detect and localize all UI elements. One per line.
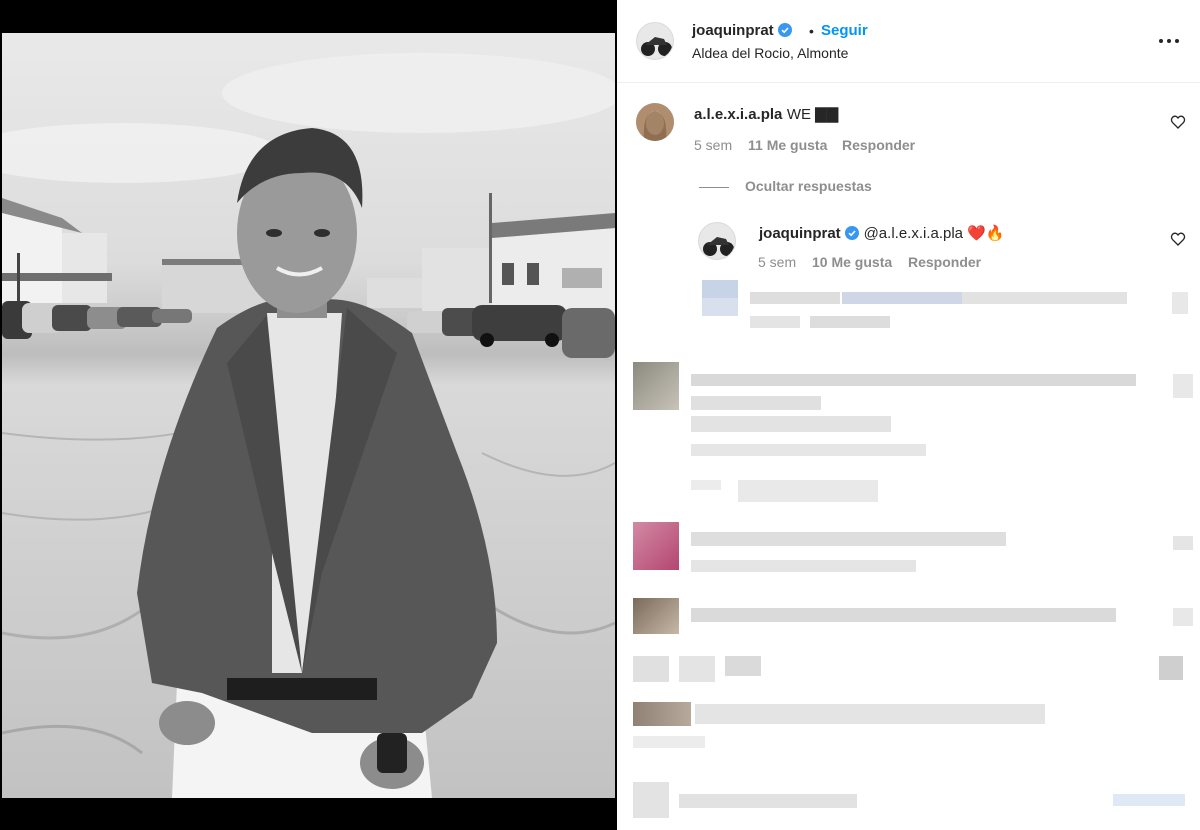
reply-author-avatar[interactable] (698, 222, 736, 260)
blurred-comment (633, 598, 1200, 638)
verified-icon (778, 23, 793, 37)
blurred-comment (633, 782, 1200, 822)
comment-line: a.l.e.x.i.a.pla WE ▇▇ (694, 105, 838, 124)
more-options-icon[interactable] (1158, 30, 1180, 50)
comment-text: WE ▇▇ (786, 106, 839, 123)
heart-icon[interactable] (1170, 231, 1186, 247)
blurred-comment (633, 522, 1200, 577)
reply-line: joaquinprat @a.l.e.x.i.a.pla ❤️🔥 (759, 224, 1005, 243)
comment-reply-button[interactable]: Responder (842, 137, 915, 153)
verified-icon (845, 226, 860, 240)
blurred-reply (702, 280, 1200, 340)
author-avatar[interactable] (636, 22, 674, 60)
reply-text: @a.l.e.x.i.a.pla ❤️🔥 (863, 225, 1005, 242)
heart-icon[interactable] (1170, 114, 1186, 130)
reply-time[interactable]: 5 sem (758, 254, 796, 270)
comment-username[interactable]: a.l.e.x.i.a.pla (694, 106, 782, 123)
comments-panel: joaquinprat • Seguir Aldea del Rocio, Al… (617, 0, 1200, 830)
blurred-comment (633, 652, 1200, 752)
hide-replies-label: Ocultar respuestas (745, 178, 872, 194)
author-username-row: joaquinprat (692, 22, 793, 40)
commenter-avatar[interactable] (636, 103, 674, 141)
photo-illustration (2, 53, 615, 798)
hide-replies-line (699, 186, 729, 188)
blurred-comment (633, 362, 1200, 507)
reply-likes[interactable]: 10 Me gusta (812, 254, 892, 270)
follow-button[interactable]: Seguir (821, 22, 868, 39)
post-header: joaquinprat • Seguir Aldea del Rocio, Al… (617, 0, 1200, 83)
post-photo[interactable] (2, 33, 615, 798)
post-photo-panel (0, 0, 617, 830)
reply-reply-button[interactable]: Responder (908, 254, 981, 270)
hide-replies-button[interactable]: Ocultar respuestas (699, 178, 872, 194)
reply-username[interactable]: joaquinprat (759, 225, 841, 242)
comment-time[interactable]: 5 sem (694, 137, 732, 153)
post-location[interactable]: Aldea del Rocio, Almonte (692, 45, 848, 61)
comment-likes[interactable]: 11 Me gusta (748, 137, 827, 153)
author-username[interactable]: joaquinprat (692, 22, 774, 39)
separator-dot: • (809, 23, 814, 39)
